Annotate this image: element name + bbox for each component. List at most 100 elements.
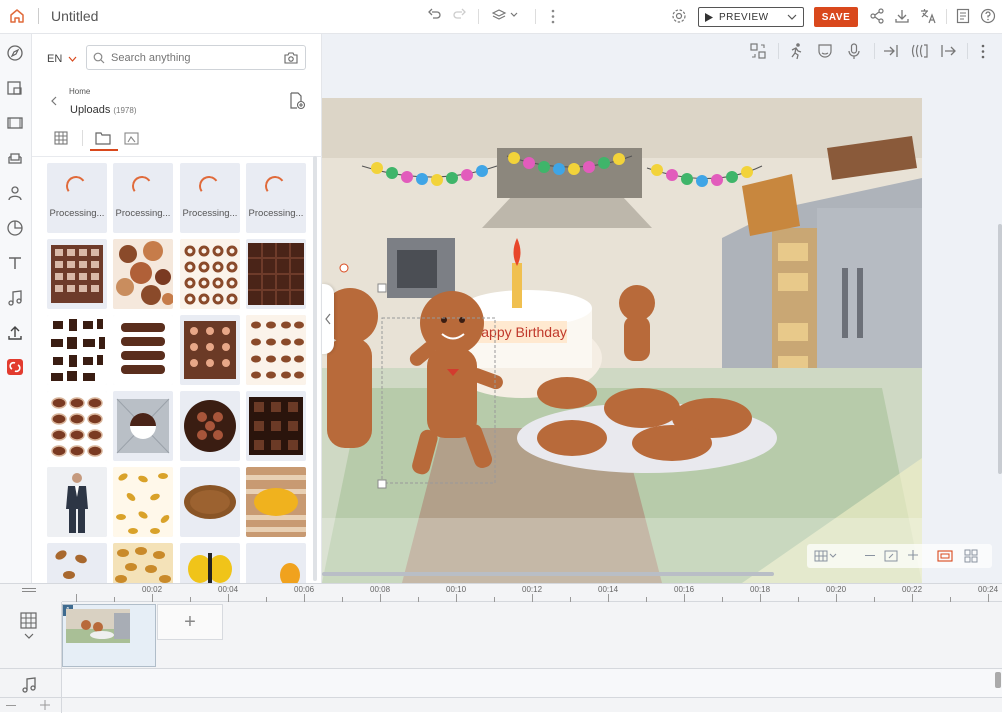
left-tool-rail [0,34,32,583]
round-truffle-box-thumbnail[interactable] [180,391,240,461]
save-button[interactable]: SAVE [814,7,858,27]
ruler-tick [304,594,305,602]
scene-canvas[interactable]: Happy Birthday [322,98,922,583]
camera-icon[interactable] [284,52,298,64]
canvas-horizontal-scrollbar[interactable] [322,572,774,576]
dark-tile-box-thumbnail[interactable] [246,391,306,461]
ruler-time-label: 00:08 [370,585,391,594]
cookie-pieces-thumbnail[interactable] [113,239,173,309]
redo-icon[interactable] [452,8,470,26]
image-folder-icon[interactable] [124,131,139,145]
swap-layout-icon[interactable] [749,42,767,60]
preview-button[interactable]: PREVIEW [698,7,804,27]
scene-grid-icon[interactable] [964,549,978,563]
grid-icon[interactable] [814,549,838,563]
folder-icon[interactable] [95,131,111,145]
music-track-icon[interactable] [20,676,38,694]
language-label: EN [47,53,63,65]
ruler-tick [418,597,419,602]
divider [778,43,779,59]
enter-animation-icon[interactable] [882,42,900,60]
more-vertical-icon[interactable] [551,9,555,24]
timeline-zoom-in-icon[interactable] [40,700,50,710]
film-grid-icon[interactable] [54,131,68,145]
bonbon-box-thumbnail[interactable] [113,391,173,461]
layers-icon[interactable] [492,8,518,26]
processing-tile[interactable]: Processing... [180,163,240,233]
search-input[interactable] [111,51,271,64]
nuts-pattern-thumbnail[interactable] [113,467,173,537]
add-file-icon[interactable] [288,92,306,110]
bean-pattern-thumbnail[interactable] [246,315,306,385]
timeline-scroll-thumb[interactable] [995,672,1001,688]
home-icon[interactable] [8,7,26,25]
chart-icon[interactable] [6,219,24,237]
almond-thumbnail[interactable] [47,543,107,583]
timeline-ruler[interactable]: 00:02 00:04 00:06 00:08 00:10 00:12 00:14 00:16… [62,584,1002,602]
character-icon[interactable] [6,184,24,202]
action-running-icon[interactable] [787,42,805,60]
presenter-person-thumbnail[interactable] [47,467,107,537]
coconut-thumbnail[interactable] [180,467,240,537]
ruler-time-label: 00:22 [902,585,923,594]
translate-icon[interactable] [920,8,938,26]
back-chevron-icon[interactable] [50,96,57,106]
exit-animation-icon[interactable] [939,42,957,60]
wooden-box-lemon-thumbnail[interactable] [246,467,306,537]
motion-effect-icon[interactable] [910,42,930,60]
donut-pattern-thumbnail[interactable] [180,239,240,309]
canvas-vertical-scrollbar[interactable] [998,224,1002,474]
chocolate-grid-thumbnail[interactable] [47,239,107,309]
chevron-down-icon[interactable] [787,14,797,20]
zoom-in-icon[interactable] [907,549,919,561]
undo-icon[interactable] [428,8,446,26]
breadcrumb-home[interactable]: Home [69,87,90,96]
truffle-box-thumbnail[interactable] [180,315,240,385]
help-icon[interactable] [980,8,998,26]
ruler-time-label: 00:14 [598,585,619,594]
templates-icon[interactable] [6,79,24,97]
scene-track-icon[interactable] [20,612,38,642]
plugin-app-icon[interactable] [6,358,24,376]
ruler-tick [114,597,115,602]
expression-mask-icon[interactable] [816,42,834,60]
chocolate-stack-thumbnail[interactable] [113,315,173,385]
audio-track-lane[interactable] [62,669,1002,697]
yellow-fruit-thumbnail[interactable] [180,543,240,583]
dark-chocolate-bar-thumbnail[interactable] [246,239,306,309]
language-select[interactable]: EN [47,53,77,65]
sliced-log-pattern-thumbnail[interactable] [47,391,107,461]
processing-tile[interactable]: Processing... [246,163,306,233]
timeline-zoom-out-icon[interactable] [6,705,16,706]
zoom-out-icon[interactable] [865,555,875,556]
folder-title-text: Uploads [70,104,111,116]
compass-icon[interactable] [6,44,24,62]
orange-drop-thumbnail[interactable] [246,543,306,583]
processing-tile[interactable]: Processing... [113,163,173,233]
nut-mix-thumbnail[interactable] [113,543,173,583]
upload-icon[interactable] [6,324,24,342]
timeline-drag-handle[interactable] [22,588,36,592]
scene-clip[interactable]: 1 [62,604,156,667]
canvas-left-handle[interactable] [322,284,334,354]
fit-screen-icon[interactable] [884,549,898,563]
panel-scrollbar[interactable] [313,156,317,581]
project-title[interactable]: Untitled [51,8,98,24]
more-vertical-icon[interactable] [981,44,985,59]
notes-icon[interactable] [956,8,974,26]
ruler-tick [646,597,647,602]
download-icon[interactable] [894,8,912,26]
share-icon[interactable] [869,8,887,26]
add-scene-button[interactable]: + [157,604,223,640]
folder-count: (1978) [113,106,137,115]
music-icon[interactable] [6,289,24,307]
microphone-icon[interactable] [845,42,863,60]
pattern-thumbnail[interactable] [47,315,107,385]
settings-gear-icon[interactable] [671,8,689,26]
safe-area-icon[interactable] [937,549,953,563]
processing-tile[interactable]: Processing... [47,163,107,233]
props-chair-icon[interactable] [6,149,24,167]
text-icon[interactable] [6,254,24,272]
ruler-time-label: 00:16 [674,585,695,594]
video-icon[interactable] [6,114,24,132]
